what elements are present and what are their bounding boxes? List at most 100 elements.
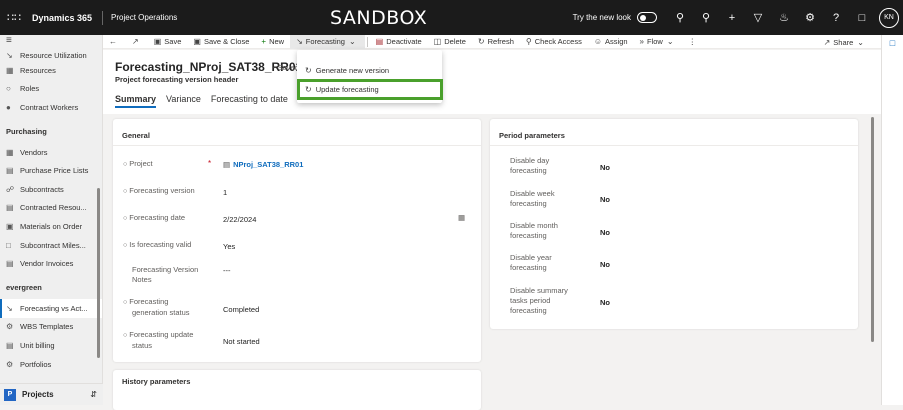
try-new-look-label: Try the new look: [572, 13, 631, 22]
form-tabs: Summary Variance Forecasting to date R: [115, 94, 314, 108]
sidebar-item-wbs-templates[interactable]: ⚙ WBS Templates: [0, 318, 102, 337]
vendor-icon: ▦: [6, 147, 14, 157]
form-body: General ○ Project * ▤ NProj_SAT38_RR01 ○ Fo…: [103, 114, 881, 410]
chevron-updown-icon: ⇵: [90, 390, 97, 399]
sidebar-item-vendors[interactable]: ▦ Vendors: [0, 143, 102, 162]
record-icon: ▤: [223, 160, 231, 169]
disable-summary-label: Disable summary tasks period forecasting: [510, 286, 568, 315]
menu-item-label: Generate new version: [315, 65, 390, 75]
sidebar-item-contract-workers[interactable]: ● Contract Workers: [0, 98, 102, 117]
assign-button[interactable]: ☺ Assign: [588, 35, 634, 49]
flow-label: Flow: [647, 37, 663, 46]
help-icon[interactable]: ?: [823, 12, 849, 24]
tab-forecasting-to-date[interactable]: Forecasting to date: [211, 94, 288, 108]
chat-icon[interactable]: □: [882, 38, 903, 48]
new-button[interactable]: + New: [255, 35, 290, 49]
check-access-label: Check Access: [534, 37, 582, 46]
menu-item-generate-new-version[interactable]: ↻ Generate new version: [297, 61, 442, 79]
chevron-down-icon: ⌄: [348, 37, 356, 46]
back-button[interactable]: ←: [103, 35, 126, 49]
sidebar-item-resource-utilization[interactable]: ↘ Resource Utilization: [0, 49, 102, 61]
section-title: Period parameters: [499, 131, 565, 140]
divider: [113, 145, 481, 146]
chevron-down-icon: ⌄: [666, 37, 674, 46]
sidebar-item-forecasting-vs-actuals[interactable]: ↘ Forecasting vs Act...: [0, 298, 102, 318]
is-forecasting-valid-label: ○ Is forecasting valid: [123, 240, 192, 249]
deactivate-button[interactable]: ▤ Deactivate: [370, 35, 428, 49]
lock-icon: ○: [123, 299, 128, 306]
sidebar-item-roles[interactable]: ○ Roles: [0, 80, 102, 99]
disable-week-value: No: [600, 195, 610, 204]
refresh-button[interactable]: ↻ Refresh: [472, 35, 520, 49]
key-icon: ⚲: [525, 37, 532, 46]
deactivate-icon: ▤: [375, 37, 384, 46]
sidebar-item-label: Forecasting vs Act...: [20, 303, 88, 313]
sidebar-item-unit-billing[interactable]: ▤ Unit billing: [0, 336, 102, 355]
environment-banner: SANDBOX: [330, 7, 428, 29]
sidebar-item-subcontracts[interactable]: ☍ Subcontracts: [0, 180, 102, 199]
content-scrollbar[interactable]: [871, 117, 874, 342]
app-name[interactable]: Dynamics 365: [26, 10, 104, 25]
forecasting-button[interactable]: ↘ Forecasting ⌄: [290, 34, 365, 49]
save-close-button[interactable]: ▣ Save & Close: [187, 35, 255, 49]
area-name[interactable]: Project Operations: [103, 13, 177, 22]
assign-person-icon: ☺: [593, 37, 603, 46]
area-switcher[interactable]: P Projects ⇵: [0, 383, 103, 405]
sidebar-scrollbar[interactable]: [97, 188, 100, 358]
delete-button[interactable]: ◫ Delete: [428, 35, 472, 49]
sidebar-item-label: Subcontracts: [20, 184, 64, 194]
hamburger-icon[interactable]: ≡: [0, 35, 102, 49]
command-bar: ← ↗ ▣ Save ▣ Save & Close + New ↘ Foreca…: [103, 34, 881, 49]
trash-icon: ◫: [433, 37, 442, 46]
plus-icon: +: [261, 37, 267, 46]
workers-icon: ●: [6, 102, 11, 112]
save-icon: ▣: [153, 37, 162, 46]
form-header: Forecasting_NProj_SAT38_RR01 - Saved Pro…: [103, 50, 881, 114]
bell-icon[interactable]: ♨: [771, 11, 797, 24]
generation-status-label: ○ Forecasting generation status: [123, 297, 190, 317]
chart-icon: ↘: [6, 50, 13, 60]
section-title: History parameters: [122, 377, 191, 386]
forecasting-version-notes-value[interactable]: ---: [223, 266, 231, 276]
chat-icon[interactable]: □: [849, 12, 875, 24]
avatar[interactable]: KN: [879, 7, 899, 28]
save-button[interactable]: ▣ Save: [148, 35, 188, 49]
more-commands-button[interactable]: ⋮: [683, 35, 703, 49]
sidebar-item-vendor-invoices[interactable]: ▤ Vendor Invoices: [0, 254, 102, 273]
sidebar-item-label: Resources: [20, 65, 56, 75]
filter-icon[interactable]: ▽: [745, 11, 771, 24]
share-button[interactable]: ↗ Share ⌄: [818, 35, 873, 49]
plus-icon[interactable]: +: [719, 12, 745, 24]
popout-icon: ↗: [132, 37, 139, 46]
calendar-icon[interactable]: ▦: [458, 213, 465, 223]
save-label: Save: [164, 37, 182, 46]
lock-icon: ○: [123, 242, 128, 249]
resources-icon: ▦: [6, 65, 14, 75]
tab-summary[interactable]: Summary: [115, 94, 157, 108]
gear-icon[interactable]: ⚙: [797, 11, 823, 24]
sidebar-item-materials-on-order[interactable]: ▣ Materials on Order: [0, 217, 102, 236]
price-list-icon: ▤: [6, 166, 14, 176]
lock-icon: ○: [123, 161, 128, 168]
project-lookup[interactable]: ▤ NProj_SAT38_RR01: [223, 160, 303, 170]
check-access-button[interactable]: ⚲ Check Access: [520, 35, 588, 49]
sidebar-item-label: Contracted Resou...: [20, 203, 87, 213]
update-status-value: Not started: [223, 337, 260, 346]
chevron-down-icon: ⌄: [857, 37, 864, 47]
waffle-icon[interactable]: ∷∷: [2, 11, 26, 24]
disable-day-value: No: [600, 163, 610, 172]
sidebar-item-purchase-price-lists[interactable]: ▤ Purchase Price Lists: [0, 161, 102, 180]
sidebar-item-resources[interactable]: ▦ Resources: [0, 61, 102, 80]
flow-button[interactable]: » Flow ⌄: [634, 35, 683, 49]
cart-icon: ☍: [6, 184, 15, 194]
contract-icon: ▤: [6, 203, 14, 213]
tab-variance[interactable]: Variance: [166, 94, 201, 108]
search-icon[interactable]: ⚲: [667, 11, 693, 24]
popout-button[interactable]: ↗: [126, 35, 148, 49]
sidebar-item-contracted-resources[interactable]: ▤ Contracted Resou...: [0, 199, 102, 218]
assign-label: Assign: [605, 37, 628, 46]
new-look-toggle[interactable]: [637, 12, 657, 23]
sidebar-item-subcontract-milestones[interactable]: □ Subcontract Miles...: [0, 236, 102, 255]
lightbulb-icon[interactable]: ⚲: [693, 11, 719, 24]
sidebar-item-portfolios[interactable]: ⚙ Portfolios: [0, 355, 102, 374]
